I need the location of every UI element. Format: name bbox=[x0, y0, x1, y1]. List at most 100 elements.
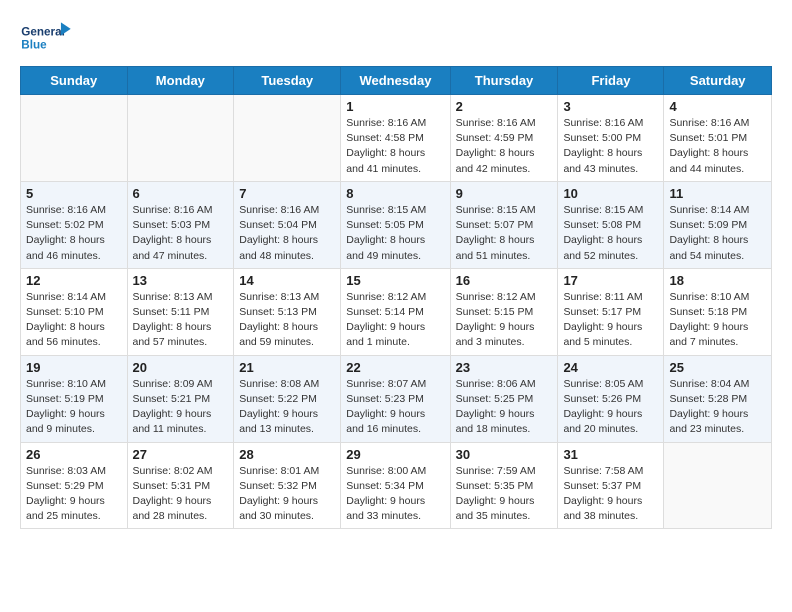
logo-svg: General Blue bbox=[20, 16, 72, 54]
calendar-cell: 13 Sunrise: 8:13 AM Sunset: 5:11 PM Dayli… bbox=[127, 268, 234, 355]
page: General Blue SundayMondayTuesdayWednesda… bbox=[0, 0, 792, 545]
header: General Blue bbox=[20, 16, 772, 54]
calendar-cell bbox=[234, 95, 341, 182]
day-info: Sunrise: 8:10 AM Sunset: 5:18 PM Dayligh… bbox=[669, 290, 766, 351]
calendar: SundayMondayTuesdayWednesdayThursdayFrid… bbox=[20, 66, 772, 529]
day-info: Sunrise: 8:16 AM Sunset: 5:04 PM Dayligh… bbox=[239, 203, 335, 264]
calendar-cell: 7 Sunrise: 8:16 AM Sunset: 5:04 PM Daylig… bbox=[234, 181, 341, 268]
day-number: 2 bbox=[456, 99, 553, 114]
calendar-cell: 18 Sunrise: 8:10 AM Sunset: 5:18 PM Dayli… bbox=[664, 268, 772, 355]
calendar-cell: 30 Sunrise: 7:59 AM Sunset: 5:35 PM Dayli… bbox=[450, 442, 558, 529]
weekday-header: Wednesday bbox=[341, 67, 450, 95]
day-number: 5 bbox=[26, 186, 122, 201]
day-info: Sunrise: 8:16 AM Sunset: 4:59 PM Dayligh… bbox=[456, 116, 553, 177]
calendar-cell bbox=[21, 95, 128, 182]
calendar-cell: 17 Sunrise: 8:11 AM Sunset: 5:17 PM Dayli… bbox=[558, 268, 664, 355]
day-number: 16 bbox=[456, 273, 553, 288]
calendar-cell: 31 Sunrise: 7:58 AM Sunset: 5:37 PM Dayli… bbox=[558, 442, 664, 529]
calendar-cell: 29Sunrise: 8:00 AM Sunset: 5:34 PM Dayli… bbox=[341, 442, 450, 529]
day-info: Sunrise: 8:13 AM Sunset: 5:13 PM Dayligh… bbox=[239, 290, 335, 351]
day-info: Sunrise: 8:15 AM Sunset: 5:08 PM Dayligh… bbox=[563, 203, 658, 264]
day-info: Sunrise: 8:16 AM Sunset: 5:02 PM Dayligh… bbox=[26, 203, 122, 264]
weekday-header: Friday bbox=[558, 67, 664, 95]
calendar-cell: 27 Sunrise: 8:02 AM Sunset: 5:31 PM Dayli… bbox=[127, 442, 234, 529]
day-info: Sunrise: 8:10 AM Sunset: 5:19 PM Dayligh… bbox=[26, 377, 122, 438]
day-info: Sunrise: 8:12 AM Sunset: 5:14 PM Dayligh… bbox=[346, 290, 444, 351]
day-info: Sunrise: 8:12 AM Sunset: 5:15 PM Dayligh… bbox=[456, 290, 553, 351]
day-info: Sunrise: 8:02 AM Sunset: 5:31 PM Dayligh… bbox=[133, 464, 229, 525]
calendar-cell: 21 Sunrise: 8:08 AM Sunset: 5:22 PM Dayli… bbox=[234, 355, 341, 442]
day-number: 3 bbox=[563, 99, 658, 114]
calendar-cell: 26 Sunrise: 8:03 AM Sunset: 5:29 PM Dayli… bbox=[21, 442, 128, 529]
day-number: 26 bbox=[26, 447, 122, 462]
day-number: 29 bbox=[346, 447, 444, 462]
day-info: Sunrise: 8:14 AM Sunset: 5:09 PM Dayligh… bbox=[669, 203, 766, 264]
weekday-header: Thursday bbox=[450, 67, 558, 95]
day-info: Sunrise: 8:07 AM Sunset: 5:23 PM Dayligh… bbox=[346, 377, 444, 438]
day-number: 21 bbox=[239, 360, 335, 375]
day-number: 30 bbox=[456, 447, 553, 462]
calendar-cell: 6Sunrise: 8:16 AM Sunset: 5:03 PM Daylig… bbox=[127, 181, 234, 268]
calendar-cell: 20 Sunrise: 8:09 AM Sunset: 5:21 PM Dayli… bbox=[127, 355, 234, 442]
calendar-cell: 22 Sunrise: 8:07 AM Sunset: 5:23 PM Dayli… bbox=[341, 355, 450, 442]
calendar-cell: 10Sunrise: 8:15 AM Sunset: 5:08 PM Dayli… bbox=[558, 181, 664, 268]
day-info: Sunrise: 8:16 AM Sunset: 5:01 PM Dayligh… bbox=[669, 116, 766, 177]
day-number: 9 bbox=[456, 186, 553, 201]
day-info: Sunrise: 8:09 AM Sunset: 5:21 PM Dayligh… bbox=[133, 377, 229, 438]
day-number: 25 bbox=[669, 360, 766, 375]
day-number: 8 bbox=[346, 186, 444, 201]
calendar-cell: 14Sunrise: 8:13 AM Sunset: 5:13 PM Dayli… bbox=[234, 268, 341, 355]
calendar-cell: 19 Sunrise: 8:10 AM Sunset: 5:19 PM Dayli… bbox=[21, 355, 128, 442]
calendar-cell: 1 Sunrise: 8:16 AM Sunset: 4:58 PM Daylig… bbox=[341, 95, 450, 182]
day-number: 31 bbox=[563, 447, 658, 462]
day-info: Sunrise: 7:59 AM Sunset: 5:35 PM Dayligh… bbox=[456, 464, 553, 525]
calendar-cell: 5 Sunrise: 8:16 AM Sunset: 5:02 PM Daylig… bbox=[21, 181, 128, 268]
day-number: 28 bbox=[239, 447, 335, 462]
day-info: Sunrise: 8:11 AM Sunset: 5:17 PM Dayligh… bbox=[563, 290, 658, 351]
day-info: Sunrise: 8:04 AM Sunset: 5:28 PM Dayligh… bbox=[669, 377, 766, 438]
day-info: Sunrise: 7:58 AM Sunset: 5:37 PM Dayligh… bbox=[563, 464, 658, 525]
calendar-cell: 12Sunrise: 8:14 AM Sunset: 5:10 PM Dayli… bbox=[21, 268, 128, 355]
calendar-cell: 8 Sunrise: 8:15 AM Sunset: 5:05 PM Daylig… bbox=[341, 181, 450, 268]
day-info: Sunrise: 8:16 AM Sunset: 4:58 PM Dayligh… bbox=[346, 116, 444, 177]
day-number: 11 bbox=[669, 186, 766, 201]
calendar-cell: 16 Sunrise: 8:12 AM Sunset: 5:15 PM Dayli… bbox=[450, 268, 558, 355]
weekday-header: Sunday bbox=[21, 67, 128, 95]
calendar-week-row: 12Sunrise: 8:14 AM Sunset: 5:10 PM Dayli… bbox=[21, 268, 772, 355]
day-number: 15 bbox=[346, 273, 444, 288]
day-info: Sunrise: 8:01 AM Sunset: 5:32 PM Dayligh… bbox=[239, 464, 335, 525]
calendar-cell: 15 Sunrise: 8:12 AM Sunset: 5:14 PM Dayli… bbox=[341, 268, 450, 355]
day-info: Sunrise: 8:15 AM Sunset: 5:05 PM Dayligh… bbox=[346, 203, 444, 264]
day-info: Sunrise: 8:15 AM Sunset: 5:07 PM Dayligh… bbox=[456, 203, 553, 264]
day-number: 27 bbox=[133, 447, 229, 462]
calendar-cell: 4 Sunrise: 8:16 AM Sunset: 5:01 PM Daylig… bbox=[664, 95, 772, 182]
calendar-cell: 24 Sunrise: 8:05 AM Sunset: 5:26 PM Dayli… bbox=[558, 355, 664, 442]
calendar-cell: 23 Sunrise: 8:06 AM Sunset: 5:25 PM Dayli… bbox=[450, 355, 558, 442]
svg-text:General: General bbox=[21, 25, 65, 38]
weekday-header: Monday bbox=[127, 67, 234, 95]
calendar-cell bbox=[127, 95, 234, 182]
day-number: 20 bbox=[133, 360, 229, 375]
calendar-header-row: SundayMondayTuesdayWednesdayThursdayFrid… bbox=[21, 67, 772, 95]
logo: General Blue bbox=[20, 16, 72, 54]
day-number: 7 bbox=[239, 186, 335, 201]
weekday-header: Saturday bbox=[664, 67, 772, 95]
calendar-cell: 9 Sunrise: 8:15 AM Sunset: 5:07 PM Daylig… bbox=[450, 181, 558, 268]
day-info: Sunrise: 8:03 AM Sunset: 5:29 PM Dayligh… bbox=[26, 464, 122, 525]
day-number: 18 bbox=[669, 273, 766, 288]
day-number: 22 bbox=[346, 360, 444, 375]
day-number: 13 bbox=[133, 273, 229, 288]
calendar-cell: 28 Sunrise: 8:01 AM Sunset: 5:32 PM Dayli… bbox=[234, 442, 341, 529]
day-number: 19 bbox=[26, 360, 122, 375]
day-info: Sunrise: 8:06 AM Sunset: 5:25 PM Dayligh… bbox=[456, 377, 553, 438]
day-number: 4 bbox=[669, 99, 766, 114]
calendar-week-row: 1 Sunrise: 8:16 AM Sunset: 4:58 PM Daylig… bbox=[21, 95, 772, 182]
day-info: Sunrise: 8:13 AM Sunset: 5:11 PM Dayligh… bbox=[133, 290, 229, 351]
day-number: 24 bbox=[563, 360, 658, 375]
day-info: Sunrise: 8:08 AM Sunset: 5:22 PM Dayligh… bbox=[239, 377, 335, 438]
day-number: 17 bbox=[563, 273, 658, 288]
calendar-cell: 3Sunrise: 8:16 AM Sunset: 5:00 PM Daylig… bbox=[558, 95, 664, 182]
day-number: 1 bbox=[346, 99, 444, 114]
day-info: Sunrise: 8:05 AM Sunset: 5:26 PM Dayligh… bbox=[563, 377, 658, 438]
day-number: 23 bbox=[456, 360, 553, 375]
